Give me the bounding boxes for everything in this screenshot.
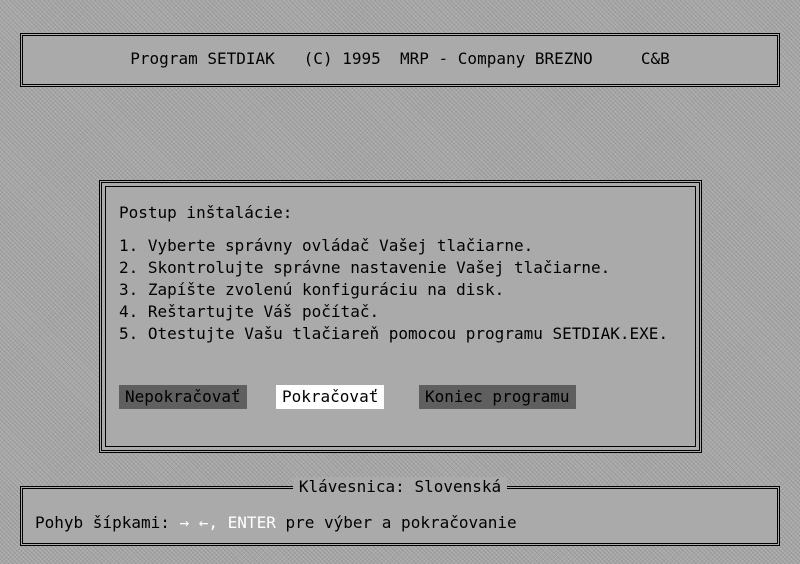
continue-button[interactable]: Pokračovať (276, 385, 385, 409)
help-prefix: Pohyb šípkami: (35, 513, 180, 532)
install-step: 3. Zapíšte zvolenú konfiguráciu na disk. (119, 280, 505, 299)
dialog-heading: Postup inštalácie: (119, 203, 293, 222)
install-step: 5. Otestujte Vašu tlačiareň pomocou prog… (119, 324, 669, 343)
header-bar: Program SETDIAK (C) 1995 MRP - Company B… (20, 33, 780, 87)
quit-program-button[interactable]: Koniec programu (419, 385, 576, 409)
keyboard-layout-label: Klávesnica: Slovenská (23, 477, 777, 496)
install-steps-list: 1. Vyberte správny ovládač Vašej tlačiar… (119, 235, 668, 345)
help-keys: → ←, ENTER (179, 513, 276, 532)
install-step: 1. Vyberte správny ovládač Vašej tlačiar… (119, 236, 534, 255)
program-title: Program SETDIAK (C) 1995 MRP - Company B… (130, 49, 670, 68)
keyboard-layout-text: Klávesnica: Slovenská (292, 477, 508, 496)
install-step: 2. Skontrolujte správne nastavenie Vašej… (119, 258, 611, 277)
install-dialog: Postup inštalácie: 1. Vyberte správny ov… (99, 180, 702, 453)
do-not-continue-button[interactable]: Nepokračovať (119, 385, 247, 409)
status-bar: Klávesnica: Slovenská Pohyb šípkami: → ←… (20, 477, 780, 546)
help-line: Pohyb šípkami: → ←, ENTER pre výber a po… (35, 513, 517, 532)
install-step: 4. Reštartujte Váš počítač. (119, 302, 380, 321)
help-suffix: pre výber a pokračovanie (275, 513, 517, 532)
